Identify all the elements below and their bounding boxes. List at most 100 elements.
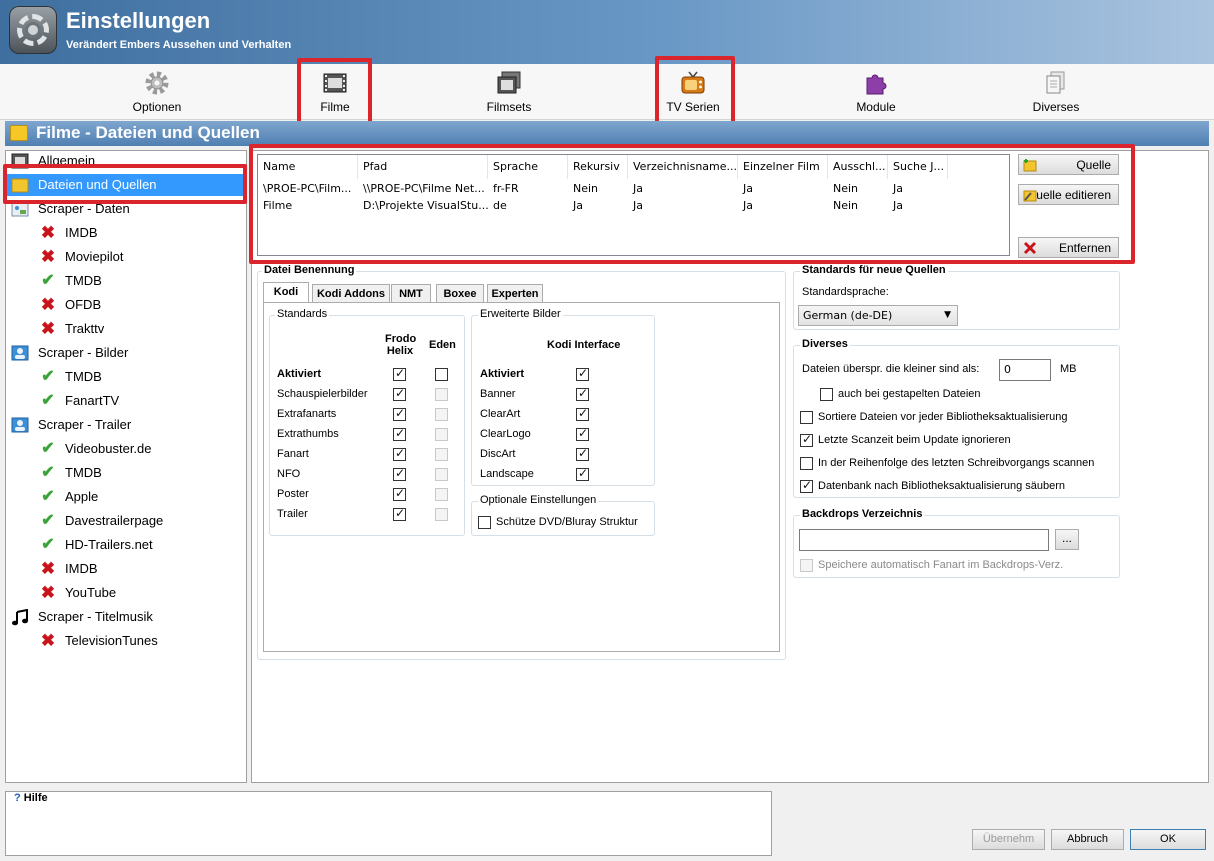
protect-dvd-label: Schütze DVD/Bluray Struktur [496,516,638,528]
tree-item-label: HD-Trailers.net [65,537,153,552]
tree-item-hd-trailers-net[interactable]: ✔ HD-Trailers.net [6,534,246,556]
eden-checkbox[interactable] [435,408,448,421]
tab-kodi[interactable]: Kodi [263,282,309,303]
misc-title: Diverses [800,338,850,350]
apply-button[interactable]: Übernehm [972,829,1045,850]
standards-row-label: Trailer [277,508,308,520]
check-icon: ✔ [41,440,55,457]
kodi-interface-checkbox[interactable] [576,386,589,401]
browse-button[interactable]: ... [1055,529,1079,550]
tab-module[interactable]: Module [826,64,926,120]
check-icon: ✔ [41,464,55,481]
tree-item-tmdb[interactable]: ✔ TMDB [6,270,246,292]
tab-optionen[interactable]: Optionen [107,64,207,120]
eden-checkbox[interactable] [435,468,448,481]
tab-filmsets-label: Filmsets [486,100,532,114]
frodo-checkbox[interactable] [393,406,406,421]
help-icon: ? [14,792,21,804]
file-naming-title: Datei Benennung [262,264,357,276]
eden-checkbox[interactable] [435,428,448,441]
highlight-filme [297,58,372,125]
standards-row-label: Fanart [277,448,309,460]
tree-item-scraper-trailer[interactable]: Scraper - Trailer [6,414,246,436]
frodo-checkbox[interactable] [393,426,406,441]
tree-item-videobuster-de[interactable]: ✔ Videobuster.de [6,438,246,460]
tab-nmt[interactable]: NMT [391,284,431,303]
tree-item-imdb[interactable]: ✖ IMDB [6,222,246,244]
settings-app-icon [9,6,57,54]
frodo-checkbox[interactable] [393,446,406,461]
tree-item-tmdb[interactable]: ✔ TMDB [6,366,246,388]
cancel-button[interactable]: Abbruch [1051,829,1124,850]
tree-item-apple[interactable]: ✔ Apple [6,486,246,508]
frodo-checkbox[interactable] [393,466,406,481]
tree-item-tmdb[interactable]: ✔ TMDB [6,462,246,484]
image-icon [11,417,29,433]
protect-dvd-checkbox[interactable] [478,516,491,529]
tree-item-trakttv[interactable]: ✖ Trakttv [6,318,246,340]
tree-item-youtube[interactable]: ✖ YouTube [6,582,246,604]
stacked-files-checkbox[interactable] [820,388,833,401]
extended-row-label: Banner [480,388,516,400]
backdrops-path-input[interactable] [799,529,1049,551]
tree-item-televisiontunes[interactable]: ✖ TelevisionTunes [6,630,246,652]
tree-item-label: Scraper - Bilder [38,345,129,360]
frodo-checkbox[interactable] [393,366,406,381]
check-icon: ✔ [41,272,55,289]
misc-option-label: Datenbank nach Bibliotheksaktualisierung… [818,480,1066,492]
misc-option-checkbox[interactable] [800,478,813,493]
col-frodo-helix: Frodo Helix [385,333,417,357]
eden-checkbox[interactable] [435,368,448,381]
auto-fanart-label: Speichere automatisch Fanart im Backdrop… [818,559,1064,571]
default-language-select[interactable]: German (de-DE) ▼ [798,305,958,326]
frodo-checkbox[interactable] [393,486,406,501]
extended-row-label: DiscArt [480,448,516,460]
skip-size-unit: MB [1060,363,1077,375]
standards-row-label: Poster [277,488,309,500]
default-language-label: Standardsprache: [802,286,889,298]
page-subtitle: Verändert Embers Aussehen und Verhalten [66,39,292,51]
misc-option-checkbox[interactable] [800,411,813,424]
misc-option-checkbox[interactable] [800,432,813,447]
tab-boxee[interactable]: Boxee [436,284,484,303]
tree-item-label: IMDB [65,561,98,576]
auto-fanart-checkbox[interactable] [800,559,813,572]
page-title: Einstellungen [66,8,211,33]
kodi-interface-checkbox[interactable] [576,366,589,381]
settings-toolbar: Optionen Filme Filmsets TV Serien Module… [0,64,1214,120]
eden-checkbox[interactable] [435,488,448,501]
tree-item-moviepilot[interactable]: ✖ Moviepilot [6,246,246,268]
gear-icon [145,71,169,95]
settings-tree[interactable]: Allgemein Dateien und Quellen Scraper - Da… [5,150,247,783]
eden-checkbox[interactable] [435,448,448,461]
tree-item-scraper-bilder[interactable]: Scraper - Bilder [6,342,246,364]
tab-kodi-addons[interactable]: Kodi Addons [312,284,390,303]
misc-option-checkbox[interactable] [800,457,813,470]
tree-item-fanarttv[interactable]: ✔ FanartTV [6,390,246,412]
tab-filmsets[interactable]: Filmsets [459,64,559,120]
kodi-interface-checkbox[interactable] [576,446,589,461]
frodo-checkbox[interactable] [393,506,406,521]
eden-checkbox[interactable] [435,388,448,401]
tab-diverses[interactable]: Diverses [1006,64,1106,120]
eden-checkbox[interactable] [435,508,448,521]
skip-size-input[interactable]: 0 [999,359,1051,381]
documents-icon [1046,71,1065,94]
tree-item-ofdb[interactable]: ✖ OFDB [6,294,246,316]
ok-button[interactable]: OK [1130,829,1206,850]
misc-option-label: Letzte Scanzeit beim Update ignorieren [818,434,1011,446]
kodi-interface-checkbox[interactable] [576,466,589,481]
standards-row-label: NFO [277,468,301,480]
tree-item-label: Davestrailerpage [65,513,164,528]
frodo-checkbox[interactable] [393,386,406,401]
tree-item-davestrailerpage[interactable]: ✔ Davestrailerpage [6,510,246,532]
extended-row-label: ClearArt [480,408,521,420]
filmsets-icon [497,71,521,94]
x-icon: ✖ [40,247,56,266]
tab-experten[interactable]: Experten [487,284,543,303]
music-icon [11,608,29,626]
kodi-interface-checkbox[interactable] [576,426,589,441]
kodi-interface-checkbox[interactable] [576,406,589,421]
tree-item-imdb[interactable]: ✖ IMDB [6,558,246,580]
tree-item-scraper-titelmusik[interactable]: Scraper - Titelmusik [6,606,246,628]
